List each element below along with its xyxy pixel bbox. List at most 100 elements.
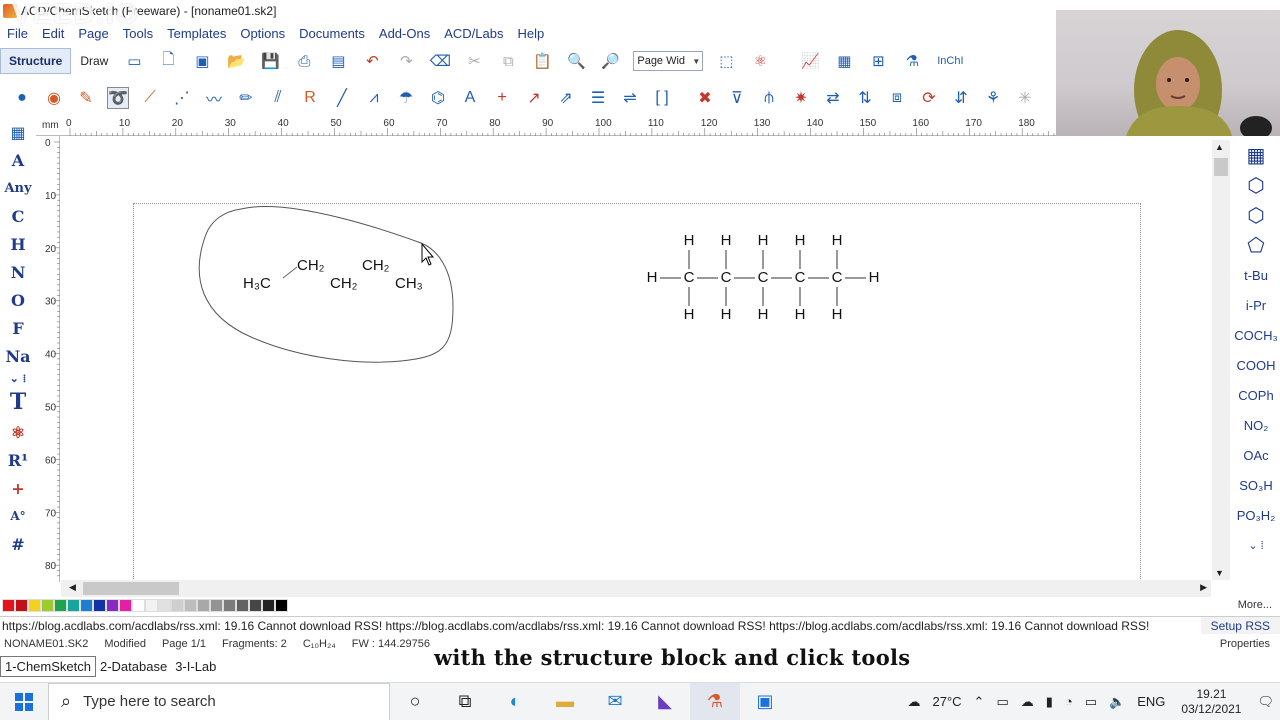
color-swatch[interactable]: [145, 598, 158, 612]
cloud-icon[interactable]: ☁: [1021, 694, 1034, 710]
group-coch3[interactable]: COCH₃: [1232, 320, 1280, 350]
cyclopentane-icon[interactable]: ⬠: [1232, 230, 1280, 260]
palette-item-a[interactable]: A: [0, 146, 36, 174]
color-swatch[interactable]: [15, 598, 28, 612]
chain-icon[interactable]: ⋰: [171, 87, 193, 109]
file-explorer-icon[interactable]: ▬: [540, 683, 590, 720]
new-page-icon[interactable]: ▭: [123, 50, 145, 72]
chemsketch-taskbar-icon[interactable]: ⚗: [690, 682, 740, 720]
temperature[interactable]: 27°C: [933, 694, 962, 709]
new-document-icon[interactable]: 🗋: [157, 50, 179, 72]
undo-icon[interactable]: ↶: [361, 50, 383, 72]
notifications-icon[interactable]: 🗨: [1257, 694, 1274, 710]
wifi-icon[interactable]: ◔: [1065, 694, 1073, 709]
refresh-icon[interactable]: ⟳: [918, 87, 940, 109]
select-rotate-icon[interactable]: ◉: [43, 87, 65, 109]
color-swatch[interactable]: [262, 598, 275, 612]
generate-icon[interactable]: ⚗: [901, 50, 923, 72]
ring-icon[interactable]: ⌬: [427, 87, 449, 109]
copy-icon[interactable]: ⧉: [497, 50, 519, 72]
iupac-name-icon[interactable]: ⊞: [867, 50, 889, 72]
table-grid-icon[interactable]: ▦: [1232, 140, 1280, 170]
palette-expand-icon[interactable]: ⌄ ⁞: [0, 370, 36, 386]
bracket-icon[interactable]: [ ]: [651, 87, 673, 109]
color-swatch[interactable]: [249, 598, 262, 612]
line-icon[interactable]: ╱: [331, 87, 353, 109]
color-swatch[interactable]: [28, 598, 41, 612]
group-po3h2[interactable]: PO₃H₂: [1232, 500, 1280, 530]
color-swatch[interactable]: [132, 598, 145, 612]
palette-item-h[interactable]: H: [0, 230, 36, 258]
eraser-icon[interactable]: ⌫: [429, 50, 451, 72]
color-swatch[interactable]: [223, 598, 236, 612]
group-tbu[interactable]: t-Bu: [1232, 260, 1280, 290]
flip-icon[interactable]: ⊽: [726, 87, 748, 109]
properties-button[interactable]: Properties: [1220, 638, 1270, 650]
color-swatch[interactable]: [171, 598, 184, 612]
palette-item-n[interactable]: N: [0, 258, 36, 286]
align-icon[interactable]: ⇵: [950, 87, 972, 109]
text-format-icon[interactable]: A: [459, 87, 481, 109]
color-swatch[interactable]: [210, 598, 223, 612]
hexagon-ring-icon[interactable]: ⬡: [1232, 170, 1280, 200]
draw-bond-icon[interactable]: ⟋: [139, 87, 161, 109]
save-icon[interactable]: 💾: [259, 50, 281, 72]
menu-options[interactable]: Options: [233, 26, 292, 41]
tab-database[interactable]: 2-Database: [96, 657, 171, 676]
menu-help[interactable]: Help: [510, 26, 551, 41]
menu-tools[interactable]: Tools: [116, 26, 160, 41]
color-swatch[interactable]: [80, 598, 93, 612]
palette-item-plus[interactable]: +: [0, 474, 36, 502]
print-icon[interactable]: ⎙: [293, 50, 315, 72]
usb-icon[interactable]: ▮: [1046, 694, 1053, 710]
flip-horizontal-icon[interactable]: ⇄: [822, 87, 844, 109]
arrow-bond-icon[interactable]: ⇗: [555, 87, 577, 109]
group-so3h[interactable]: SO₃H: [1232, 470, 1280, 500]
menu-templates[interactable]: Templates: [160, 26, 233, 41]
wavy-bond-icon[interactable]: ⩘: [363, 87, 385, 109]
export-icon[interactable]: ▤: [327, 50, 349, 72]
3d-view-icon[interactable]: ⚛: [749, 50, 771, 72]
menu-edit[interactable]: Edit: [35, 26, 71, 41]
palette-item-f[interactable]: F: [0, 314, 36, 342]
structure-mode-button[interactable]: Structure: [0, 48, 72, 74]
weather-icon[interactable]: ☁: [908, 694, 921, 710]
color-swatch[interactable]: [197, 598, 210, 612]
group-oac[interactable]: OAc: [1232, 440, 1280, 470]
lasso-icon[interactable]: ➰: [107, 87, 129, 109]
palette-expand-icon[interactable]: ⌄ ⁞: [1232, 530, 1280, 560]
vertical-scroll-thumb[interactable]: [1214, 158, 1228, 176]
drawing-canvas[interactable]: H₃C CH₂ CH₂ CH₂ CH₃ H C H H C H H C H H C H H C H H H: [61, 137, 1211, 581]
scroll-right-icon[interactable]: ▶: [1200, 582, 1207, 593]
taskbar-search[interactable]: ⌕ Type here to search: [48, 682, 390, 720]
group-ipr[interactable]: i-Pr: [1232, 290, 1280, 320]
palette-item-c[interactable]: C: [0, 202, 36, 230]
select-resize-icon[interactable]: ✎: [75, 87, 97, 109]
vertical-scrollbar[interactable]: ▲ ▼: [1212, 140, 1230, 580]
menu-page[interactable]: Page: [71, 26, 115, 41]
windows-start-icon[interactable]: [0, 683, 48, 720]
color-swatch[interactable]: [158, 598, 171, 612]
cut-icon[interactable]: ✂: [463, 50, 485, 72]
inchi-icon[interactable]: InChI: [935, 50, 965, 72]
color-swatch[interactable]: [93, 598, 106, 612]
open-icon[interactable]: 📂: [225, 50, 247, 72]
color-swatch[interactable]: [41, 598, 54, 612]
task-view-icon[interactable]: ⧉: [440, 683, 490, 720]
clock[interactable]: 19.21 03/12/2021: [1181, 687, 1241, 717]
templates-icon[interactable]: ⬚: [715, 50, 737, 72]
group-icon[interactable]: ⧈: [886, 87, 908, 109]
palette-item-o[interactable]: O: [0, 286, 36, 314]
scroll-left-icon[interactable]: ◀: [69, 582, 76, 593]
list-icon[interactable]: ☰: [587, 87, 609, 109]
battery-icon[interactable]: ▭: [1085, 694, 1097, 710]
select-icon[interactable]: ▦: [0, 118, 36, 146]
palette-item-t[interactable]: T: [0, 386, 36, 418]
pencil-icon[interactable]: ✏: [235, 87, 257, 109]
zoom-in-icon[interactable]: 🔍: [565, 50, 587, 72]
menu-acdlabs[interactable]: ACD/Labs: [437, 26, 510, 41]
speaker-icon[interactable]: 🔈: [1109, 694, 1125, 710]
edge-icon[interactable]: ◐: [490, 683, 540, 720]
scroll-down-icon[interactable]: ▼: [1215, 568, 1224, 578]
zoom-app-icon[interactable]: ▣: [740, 683, 790, 720]
